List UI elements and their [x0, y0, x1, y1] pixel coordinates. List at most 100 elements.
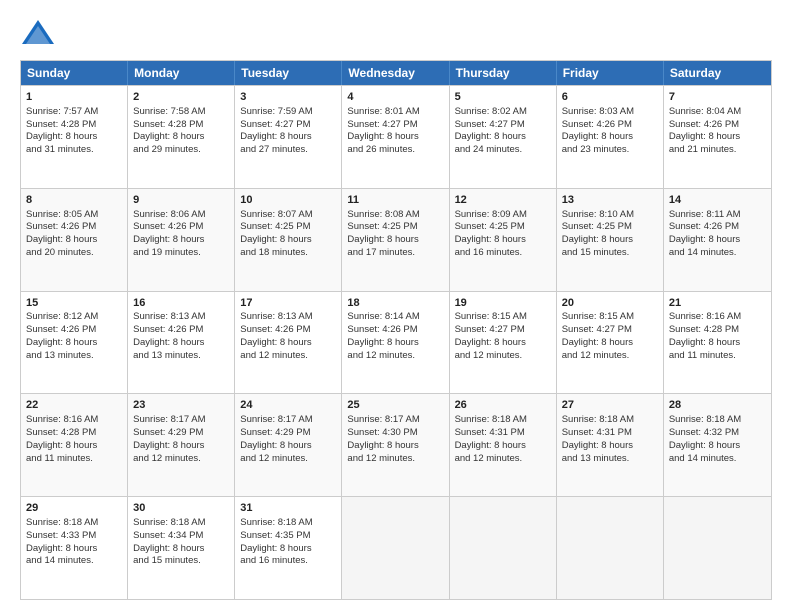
day-number: 11	[347, 193, 443, 208]
day-info-line: and 26 minutes.	[347, 144, 443, 157]
day-number: 15	[26, 296, 122, 311]
day-info-line: Sunset: 4:25 PM	[240, 221, 336, 234]
day-info-line: Sunrise: 8:18 AM	[240, 517, 336, 530]
day-info-line: Sunset: 4:26 PM	[240, 324, 336, 337]
calendar-row-5: 29 Sunrise: 8:18 AM Sunset: 4:33 PM Dayligh…	[21, 496, 771, 599]
cal-cell: 11Sunrise: 8:08 AMSunset: 4:25 PMDayligh…	[342, 189, 449, 291]
day-info-line: Sunset: 4:27 PM	[455, 324, 551, 337]
day-info-line: Sunset: 4:27 PM	[240, 119, 336, 132]
day-info-line: Daylight: 8 hours	[455, 337, 551, 350]
day-info-line: Daylight: 8 hours	[347, 440, 443, 453]
day-info-line: Daylight: 8 hours	[562, 234, 658, 247]
day-info-line: Sunrise: 8:03 AM	[562, 106, 658, 119]
day-info-line: Sunrise: 8:16 AM	[669, 311, 766, 324]
day-info-line: and 23 minutes.	[562, 144, 658, 157]
day-info-line: Sunset: 4:26 PM	[347, 324, 443, 337]
day-info-line: Sunset: 4:35 PM	[240, 530, 336, 543]
day-info-line: and 13 minutes.	[26, 350, 122, 363]
cal-cell: 3Sunrise: 7:59 AMSunset: 4:27 PMDaylight…	[235, 86, 342, 188]
day-info-line: and 12 minutes.	[240, 350, 336, 363]
day-info-line: Daylight: 8 hours	[133, 337, 229, 350]
day-number: 19	[455, 296, 551, 311]
day-info-line: Daylight: 8 hours	[240, 543, 336, 556]
day-info-line: Sunrise: 8:02 AM	[455, 106, 551, 119]
day-info-line: Daylight: 8 hours	[240, 440, 336, 453]
day-info-line: Sunset: 4:30 PM	[347, 427, 443, 440]
day-info-line: and 14 minutes.	[669, 247, 766, 260]
day-info-line: Daylight: 8 hours	[133, 440, 229, 453]
header-day-sunday: Sunday	[21, 61, 128, 85]
day-info-line: Sunset: 4:25 PM	[347, 221, 443, 234]
cal-cell: 31Sunrise: 8:18 AMSunset: 4:35 PMDayligh…	[235, 497, 342, 599]
header-day-saturday: Saturday	[664, 61, 771, 85]
day-info-line: Sunset: 4:33 PM	[26, 530, 122, 543]
day-info-line: Daylight: 8 hours	[240, 234, 336, 247]
day-info-line: Sunset: 4:25 PM	[455, 221, 551, 234]
day-info-line: Sunrise: 8:05 AM	[26, 209, 122, 222]
day-info-line: and 16 minutes.	[455, 247, 551, 260]
day-info-line: and 13 minutes.	[133, 350, 229, 363]
day-info-line: and 18 minutes.	[240, 247, 336, 260]
day-info-line: Daylight: 8 hours	[26, 440, 122, 453]
day-info-line: Sunrise: 8:18 AM	[669, 414, 766, 427]
day-number: 18	[347, 296, 443, 311]
calendar-row-1: 1Sunrise: 7:57 AMSunset: 4:28 PMDaylight…	[21, 85, 771, 188]
day-number: 10	[240, 193, 336, 208]
day-info-line: Sunset: 4:29 PM	[240, 427, 336, 440]
day-number: 21	[669, 296, 766, 311]
day-info-line: Sunrise: 8:07 AM	[240, 209, 336, 222]
day-info-line: Sunrise: 8:13 AM	[133, 311, 229, 324]
page: SundayMondayTuesdayWednesdayThursdayFrid…	[0, 0, 792, 612]
day-number: 13	[562, 193, 658, 208]
day-info-line: Sunrise: 8:18 AM	[133, 517, 229, 530]
day-number: 8	[26, 193, 122, 208]
cal-cell	[557, 497, 664, 599]
day-info-line: and 14 minutes.	[26, 555, 122, 568]
day-number: 27	[562, 398, 658, 413]
cal-cell: 21Sunrise: 8:16 AMSunset: 4:28 PMDayligh…	[664, 292, 771, 394]
day-info-line: and 31 minutes.	[26, 144, 122, 157]
day-info-line: Daylight: 8 hours	[455, 234, 551, 247]
day-info-line: Sunrise: 8:15 AM	[455, 311, 551, 324]
day-info-line: Sunset: 4:26 PM	[26, 324, 122, 337]
day-number: 29	[26, 501, 122, 516]
day-info-line: and 12 minutes.	[347, 350, 443, 363]
cal-cell: 5Sunrise: 8:02 AMSunset: 4:27 PMDaylight…	[450, 86, 557, 188]
day-info-line: and 12 minutes.	[240, 453, 336, 466]
cal-cell: 16Sunrise: 8:13 AMSunset: 4:26 PMDayligh…	[128, 292, 235, 394]
day-info-line: Daylight: 8 hours	[347, 337, 443, 350]
day-info-line: Daylight: 8 hours	[26, 337, 122, 350]
day-number: 26	[455, 398, 551, 413]
cal-cell: 6Sunrise: 8:03 AMSunset: 4:26 PMDaylight…	[557, 86, 664, 188]
cal-cell: 19Sunrise: 8:15 AMSunset: 4:27 PMDayligh…	[450, 292, 557, 394]
day-info-line: Sunrise: 8:08 AM	[347, 209, 443, 222]
day-info-line: and 29 minutes.	[133, 144, 229, 157]
day-info-line: and 14 minutes.	[669, 453, 766, 466]
cal-cell: 27Sunrise: 8:18 AMSunset: 4:31 PMDayligh…	[557, 394, 664, 496]
header-day-wednesday: Wednesday	[342, 61, 449, 85]
day-info-line: Sunrise: 7:58 AM	[133, 106, 229, 119]
day-info-line: Sunset: 4:28 PM	[26, 119, 122, 132]
day-info-line: Daylight: 8 hours	[347, 131, 443, 144]
day-info-line: Sunrise: 8:18 AM	[562, 414, 658, 427]
cal-cell: 12Sunrise: 8:09 AMSunset: 4:25 PMDayligh…	[450, 189, 557, 291]
header-day-thursday: Thursday	[450, 61, 557, 85]
day-info-line: Daylight: 8 hours	[669, 440, 766, 453]
day-info-line: Sunset: 4:27 PM	[455, 119, 551, 132]
day-info-line: Sunset: 4:28 PM	[669, 324, 766, 337]
day-info-line: and 27 minutes.	[240, 144, 336, 157]
cal-cell: 4Sunrise: 8:01 AMSunset: 4:27 PMDaylight…	[342, 86, 449, 188]
day-number: 2	[133, 90, 229, 105]
cal-cell: 13Sunrise: 8:10 AMSunset: 4:25 PMDayligh…	[557, 189, 664, 291]
day-info-line: Sunset: 4:26 PM	[669, 221, 766, 234]
day-info-line: Daylight: 8 hours	[347, 234, 443, 247]
day-info-line: and 12 minutes.	[455, 453, 551, 466]
day-info-line: Sunset: 4:31 PM	[562, 427, 658, 440]
day-info-line: Daylight: 8 hours	[26, 234, 122, 247]
day-info-line: Sunrise: 8:16 AM	[26, 414, 122, 427]
day-info-line: Sunrise: 7:59 AM	[240, 106, 336, 119]
day-info-line: and 20 minutes.	[26, 247, 122, 260]
day-info-line: Sunrise: 8:10 AM	[562, 209, 658, 222]
day-info-line: Daylight: 8 hours	[562, 440, 658, 453]
day-number: 17	[240, 296, 336, 311]
